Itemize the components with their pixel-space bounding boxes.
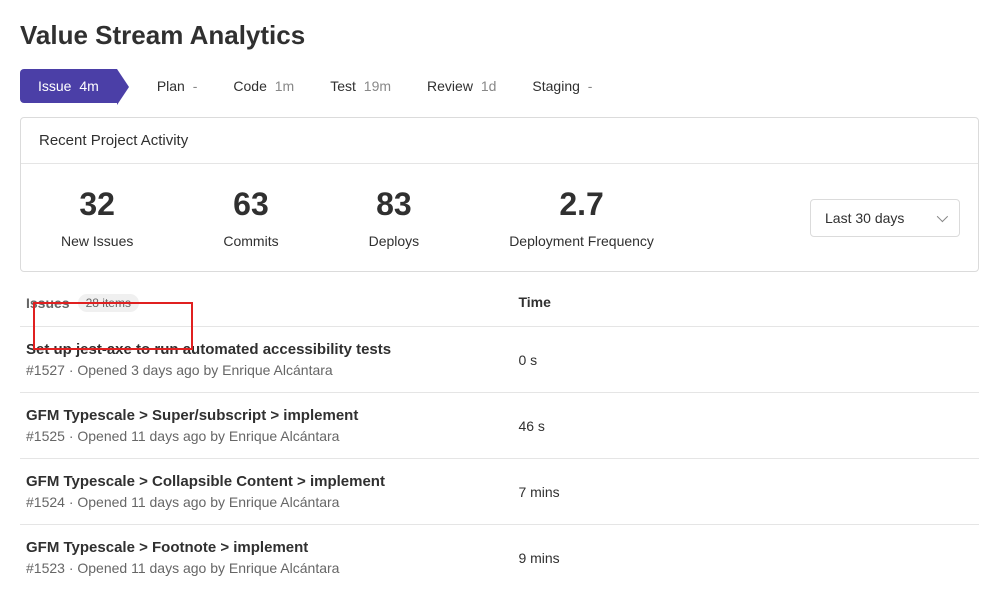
tab-duration: - <box>193 78 198 94</box>
metric-label: New Issues <box>61 233 133 249</box>
tab-staging[interactable]: Staging - <box>514 69 610 103</box>
tab-plan[interactable]: Plan - <box>139 69 216 103</box>
issue-title: Set up jest-axe to run automated accessi… <box>26 341 518 358</box>
metric-label: Deployment Frequency <box>509 233 654 249</box>
metric-label: Commits <box>223 233 278 249</box>
tab-label: Test <box>330 78 356 94</box>
metric-new-issues: 32 New Issues <box>61 186 133 249</box>
metric-deploys: 83 Deploys <box>369 186 420 249</box>
issue-meta: #1523 · Opened 11 days ago by Enrique Al… <box>26 560 518 576</box>
list-title: Issues <box>26 295 70 311</box>
issue-title: GFM Typescale > Collapsible Content > im… <box>26 473 518 490</box>
tab-label: Staging <box>532 78 579 94</box>
metric-deployment-frequency: 2.7 Deployment Frequency <box>509 186 654 249</box>
stage-tabs: Issue 4m Plan - Code 1m Test 19m Review … <box>20 69 979 103</box>
panel-header: Recent Project Activity <box>21 118 978 164</box>
issue-meta: #1527 · Opened 3 days ago by Enrique Alc… <box>26 362 518 378</box>
tab-test[interactable]: Test 19m <box>312 69 409 103</box>
chevron-down-icon <box>937 210 948 221</box>
metrics-row: 32 New Issues 63 Commits 83 Deploys 2.7 … <box>21 164 978 271</box>
tab-issue[interactable]: Issue 4m <box>20 69 117 103</box>
issue-time: 9 mins <box>518 539 973 576</box>
tab-duration: 19m <box>364 78 391 94</box>
issue-meta: #1524 · Opened 11 days ago by Enrique Al… <box>26 494 518 510</box>
tab-label: Review <box>427 78 473 94</box>
list-item[interactable]: GFM Typescale > Footnote > implement #15… <box>20 524 979 590</box>
tab-duration: 4m <box>79 78 98 94</box>
issue-meta: #1525 · Opened 11 days ago by Enrique Al… <box>26 428 518 444</box>
activity-panel: Recent Project Activity 32 New Issues 63… <box>20 117 979 272</box>
metric-value: 63 <box>223 186 278 223</box>
tab-label: Plan <box>157 78 185 94</box>
issue-title: GFM Typescale > Super/subscript > implem… <box>26 407 518 424</box>
list-item[interactable]: GFM Typescale > Collapsible Content > im… <box>20 458 979 524</box>
time-column-header: Time <box>518 294 973 312</box>
tab-review[interactable]: Review 1d <box>409 69 514 103</box>
issue-time: 46 s <box>518 407 973 444</box>
metric-value: 32 <box>61 186 133 223</box>
tab-code[interactable]: Code 1m <box>215 69 312 103</box>
tab-duration: 1d <box>481 78 497 94</box>
metric-value: 83 <box>369 186 420 223</box>
tab-label: Issue <box>38 78 71 94</box>
list-count-badge: 28 items <box>78 294 139 312</box>
issue-list: Set up jest-axe to run automated accessi… <box>20 326 979 590</box>
tab-duration: - <box>588 78 593 94</box>
list-item[interactable]: Set up jest-axe to run automated accessi… <box>20 326 979 392</box>
list-header: Issues 28 items Time <box>20 272 979 326</box>
tab-label: Code <box>233 78 266 94</box>
issue-time: 0 s <box>518 341 973 378</box>
page-title: Value Stream Analytics <box>20 20 979 51</box>
date-range-dropdown[interactable]: Last 30 days <box>810 199 960 237</box>
metric-value: 2.7 <box>509 186 654 223</box>
metric-label: Deploys <box>369 233 420 249</box>
metric-commits: 63 Commits <box>223 186 278 249</box>
tab-duration: 1m <box>275 78 294 94</box>
issue-time: 7 mins <box>518 473 973 510</box>
date-range-label: Last 30 days <box>825 210 904 226</box>
issue-title: GFM Typescale > Footnote > implement <box>26 539 518 556</box>
list-item[interactable]: GFM Typescale > Super/subscript > implem… <box>20 392 979 458</box>
